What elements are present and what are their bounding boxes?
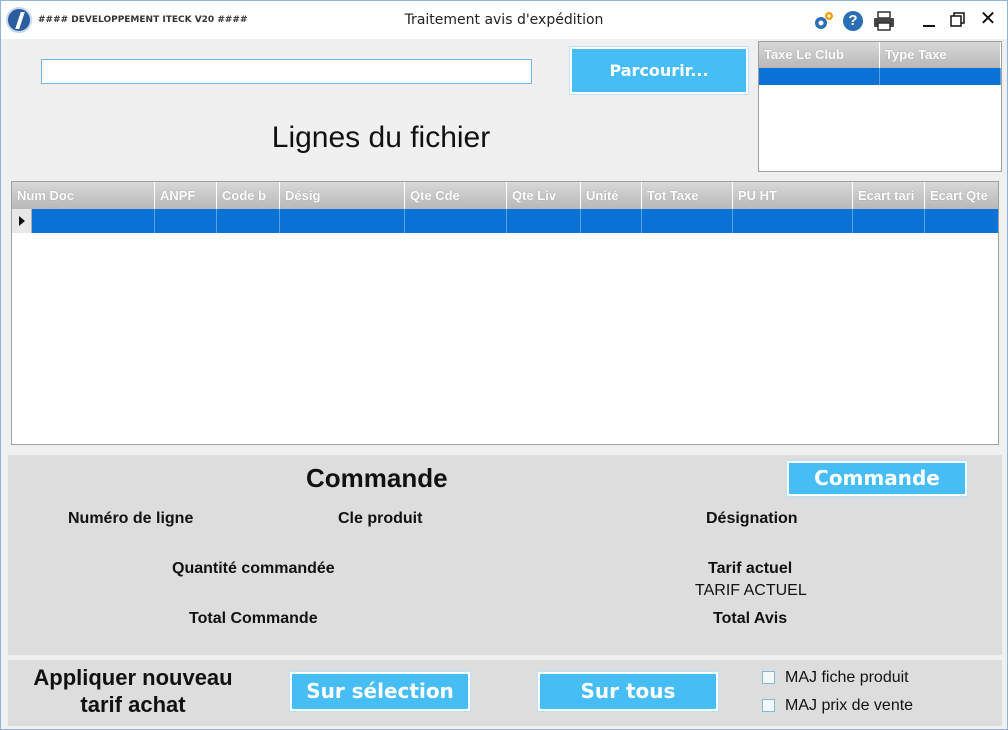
gear-icon[interactable] <box>813 10 835 32</box>
tax-grid-header: Taxe Le Club Type Taxe <box>759 42 1001 68</box>
update-sale-price-label[interactable]: MAJ prix de vente <box>785 697 913 715</box>
tax-grid[interactable]: Taxe Le Club Type Taxe <box>758 41 1002 172</box>
current-price-label: Tarif actuel <box>708 560 793 577</box>
table-cell <box>155 209 217 233</box>
product-key-label: Cle produit <box>338 510 423 527</box>
order-button[interactable]: Commande <box>786 460 968 497</box>
column-header[interactable]: Qte Cde <box>405 182 507 209</box>
column-header[interactable]: PU HT <box>733 182 853 209</box>
table-cell <box>853 209 925 233</box>
column-header[interactable]: Taxe Le Club <box>759 42 880 68</box>
restore-icon[interactable] <box>949 11 967 29</box>
order-total-label: Total Commande <box>189 610 318 627</box>
table-cell <box>280 209 405 233</box>
table-cell <box>759 68 880 85</box>
ordered-quantity-label: Quantité commandée <box>172 560 335 577</box>
column-header[interactable]: Unité <box>581 182 642 209</box>
column-header[interactable]: Désig <box>280 182 405 209</box>
column-header[interactable]: Ecart Qte <box>925 182 998 209</box>
table-cell <box>642 209 733 233</box>
minimize-icon[interactable] <box>921 11 939 29</box>
browse-button[interactable]: Parcourir... <box>569 46 749 95</box>
table-cell <box>880 68 1001 85</box>
lines-heading: Lignes du fichier <box>271 121 491 154</box>
apply-price-panel: Appliquer nouveau tarif achat Sur sélect… <box>8 660 1002 726</box>
order-panel: Commande Commande Numéro de ligne Cle pr… <box>8 455 1002 655</box>
file-path-input[interactable] <box>41 59 532 84</box>
file-lines-grid[interactable]: Num Doc ANPF Code b Désig Qte Cde Qte Li… <box>11 181 999 445</box>
row-selector-icon[interactable] <box>12 209 32 233</box>
apply-selection-button[interactable]: Sur sélection <box>289 671 471 712</box>
table-row[interactable] <box>759 68 1001 85</box>
table-cell <box>405 209 507 233</box>
order-title: Commande <box>306 463 448 493</box>
app-window: #### DEVELOPPEMENT ITECK V20 #### Traite… <box>0 0 1008 730</box>
apply-title-line: tarif achat <box>80 692 186 717</box>
update-sale-price-checkbox[interactable] <box>762 699 775 712</box>
table-cell <box>925 209 978 233</box>
notice-total-label: Total Avis <box>713 610 788 627</box>
apply-price-title: Appliquer nouveau tarif achat <box>18 664 248 718</box>
apply-title-line: Appliquer nouveau <box>33 665 233 690</box>
column-header[interactable]: Num Doc <box>12 182 155 209</box>
apply-all-button[interactable]: Sur tous <box>537 671 719 712</box>
close-icon[interactable]: ✕ <box>978 9 998 29</box>
table-cell <box>12 209 155 233</box>
column-header[interactable]: ANPF <box>155 182 217 209</box>
column-header[interactable]: Qte Liv <box>507 182 581 209</box>
printer-icon[interactable] <box>873 10 895 32</box>
help-icon[interactable]: ? <box>843 11 863 31</box>
table-cell <box>733 209 853 233</box>
column-header[interactable]: Code b <box>217 182 280 209</box>
column-header[interactable]: Tot Taxe <box>642 182 733 209</box>
line-number-label: Numéro de ligne <box>68 510 194 527</box>
table-row[interactable] <box>12 209 998 233</box>
designation-label: Désignation <box>706 510 798 527</box>
title-bar: #### DEVELOPPEMENT ITECK V20 #### Traite… <box>1 1 1007 39</box>
main-grid-header: Num Doc ANPF Code b Désig Qte Cde Qte Li… <box>12 182 998 209</box>
update-product-label[interactable]: MAJ fiche produit <box>785 669 909 687</box>
update-product-checkbox[interactable] <box>762 671 775 684</box>
column-header[interactable]: Type Taxe <box>880 42 1001 68</box>
table-cell <box>507 209 581 233</box>
column-header[interactable]: Ecart tari <box>853 182 925 209</box>
table-cell <box>581 209 642 233</box>
table-cell <box>217 209 280 233</box>
current-price-value: TARIF ACTUEL <box>695 582 807 599</box>
